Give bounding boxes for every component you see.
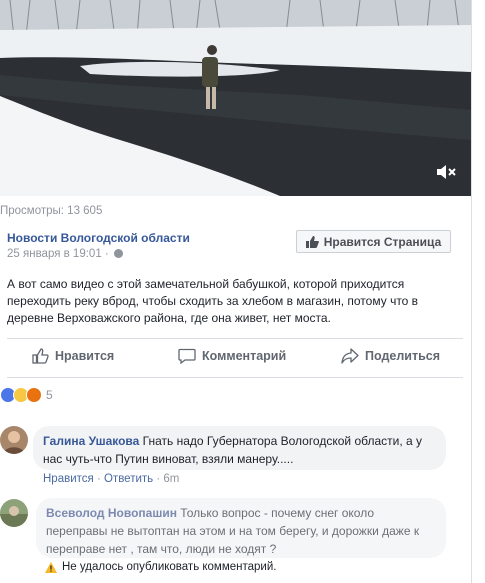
- error-text: Не удалось опубликовать комментарий.: [62, 561, 277, 573]
- divider: [7, 377, 463, 378]
- comment-error: Не удалось опубликовать комментарий.: [45, 561, 276, 573]
- like-button[interactable]: Нравится: [32, 345, 114, 367]
- card-border: [471, 0, 472, 583]
- warning-icon: [45, 561, 57, 573]
- video-player[interactable]: [0, 0, 472, 196]
- comment-time[interactable]: 6m: [163, 473, 179, 485]
- comment-author[interactable]: Галина Ушакова: [43, 434, 139, 448]
- comment-bubble: Всеволод Новопашин Только вопрос - почем…: [36, 498, 446, 558]
- globe-icon: [113, 249, 123, 258]
- avatar[interactable]: [0, 426, 28, 454]
- reaction-summary[interactable]: 5: [0, 387, 53, 403]
- thumbs-up-icon: [32, 348, 49, 364]
- view-count: Просмотры: 13 605: [0, 205, 103, 217]
- reaction-count: 5: [46, 388, 53, 402]
- speaker-muted-icon[interactable]: [436, 163, 458, 181]
- like-page-button[interactable]: Нравится Страница: [296, 230, 451, 253]
- share-arrow-icon: [341, 348, 359, 364]
- like-page-label: Нравится Страница: [323, 234, 442, 249]
- share-label: Поделиться: [365, 349, 441, 363]
- video-frame: [0, 0, 472, 196]
- comment-author[interactable]: Всеволод Новопашин: [46, 506, 177, 520]
- avatar[interactable]: [0, 499, 28, 527]
- angry-reaction-icon: [26, 387, 42, 403]
- comment-label: Комментарий: [202, 349, 287, 363]
- like-label: Нравится: [55, 349, 115, 363]
- post-date-text: 25 января в 19:01 ·: [7, 248, 109, 260]
- comment-bubble-icon: [178, 348, 196, 364]
- share-button[interactable]: Поделиться: [341, 345, 440, 367]
- comment-like-link[interactable]: Нравится: [43, 473, 94, 485]
- comment-bubble: Галина Ушакова Гнать надо Губернатора Во…: [33, 426, 446, 470]
- comment-button[interactable]: Комментарий: [178, 345, 286, 367]
- post-body: А вот само видео с этой замечательной ба…: [7, 277, 419, 325]
- thumbs-up-icon: [305, 235, 319, 248]
- post-timestamp[interactable]: 25 января в 19:01 ·: [7, 248, 123, 260]
- comment-reply-link[interactable]: Ответить: [104, 473, 153, 485]
- divider: [7, 338, 463, 339]
- page-name-link[interactable]: Новости Вологодской области: [7, 231, 190, 245]
- comment-actions: Нравится · Ответить · 6m: [43, 473, 180, 485]
